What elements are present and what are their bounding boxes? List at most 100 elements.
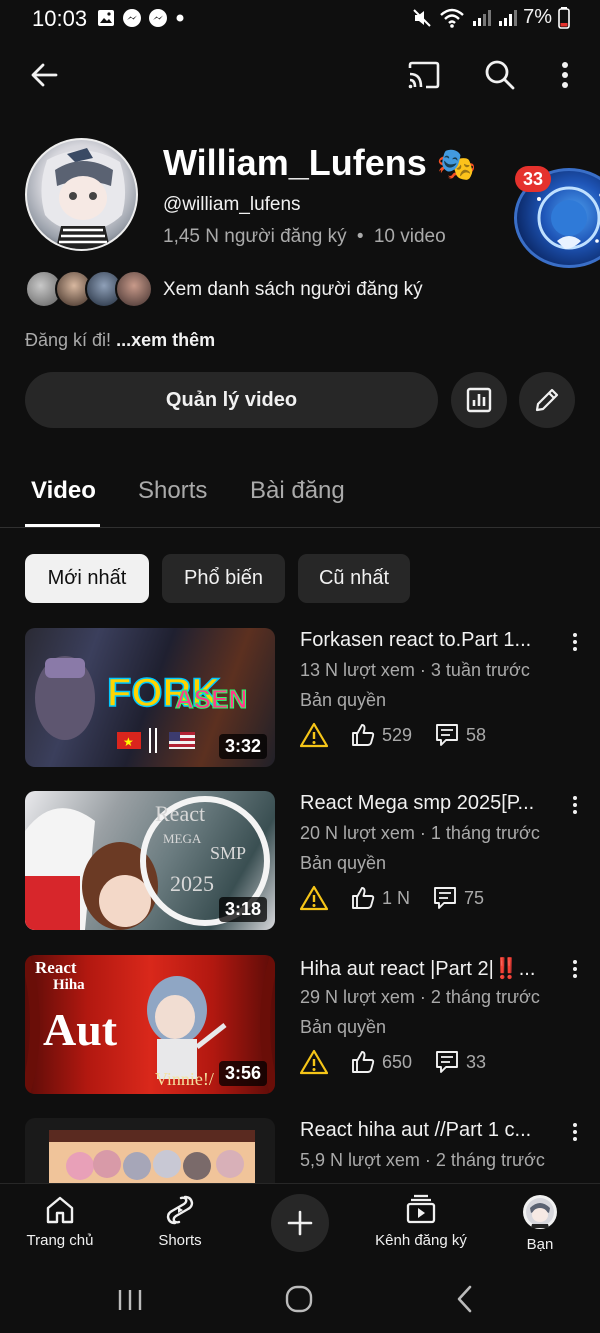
channel-avatar[interactable]	[25, 138, 138, 251]
shorts-icon	[166, 1195, 194, 1225]
search-button[interactable]	[476, 51, 524, 99]
status-time: 10:03	[32, 6, 88, 31]
copyright-warning[interactable]	[300, 1049, 328, 1075]
svg-text:MEGA: MEGA	[163, 831, 202, 846]
video-views: 20 N lượt xem	[300, 823, 415, 843]
video-stats: 650 33	[300, 1049, 508, 1075]
signal-icon	[499, 9, 518, 26]
video-meta: 29 N lượt xem · 2 tháng trước	[300, 987, 570, 1008]
comment-count: 75	[432, 885, 484, 911]
mute-icon	[413, 8, 431, 27]
nav-shorts[interactable]: Shorts	[150, 1194, 210, 1249]
video-meta: 13 N lượt xem · 3 tuần trước	[300, 660, 570, 681]
video-options-button[interactable]	[565, 628, 585, 656]
tab-posts[interactable]: Bài đăng	[250, 477, 345, 505]
nav-subscriptions-label: Kênh đăng ký	[375, 1232, 467, 1249]
video-options-button[interactable]	[565, 791, 585, 819]
subscriptions-icon	[406, 1194, 436, 1224]
svg-text:React: React	[155, 801, 205, 826]
video-options-button[interactable]	[565, 1118, 585, 1146]
video-thumbnail[interactable]: React MEGA SMP 2025 3:18	[25, 791, 275, 930]
signal-icon	[473, 9, 492, 26]
channel-handle: @william_lufens	[163, 194, 301, 215]
svg-text:React: React	[35, 958, 77, 977]
stats-separator: •	[356, 226, 364, 247]
video-stats: 529 58	[300, 722, 508, 748]
video-count: 10 video	[373, 226, 446, 247]
video-stats: 1 N 75	[300, 885, 506, 911]
copyright-status: Bản quyền	[300, 690, 387, 710]
thumbs-up-icon	[352, 887, 375, 909]
copyright-status: Bản quyền	[300, 1017, 387, 1037]
back-chevron-icon[interactable]	[452, 1284, 478, 1314]
video-thumbnail[interactable]	[25, 1118, 275, 1183]
back-button[interactable]	[20, 51, 68, 99]
nav-you[interactable]: Bạn	[516, 1194, 564, 1253]
video-views: 29 N lượt xem	[300, 987, 415, 1007]
tab-video[interactable]: Video	[31, 477, 96, 505]
cast-button[interactable]	[400, 51, 448, 99]
warning-triangle-icon	[300, 1049, 328, 1075]
filter-popular-chip[interactable]: Phổ biến	[162, 554, 285, 603]
subscriber-list-link[interactable]: Xem danh sách người đăng ký	[163, 279, 423, 301]
analytics-button[interactable]	[451, 372, 507, 428]
comment-icon	[436, 1051, 458, 1073]
manage-videos-button[interactable]: Quản lý video	[25, 372, 438, 428]
thumbs-up-icon	[352, 724, 375, 746]
channel-title: William_Lufens 🎭	[163, 142, 477, 184]
more-button[interactable]	[541, 51, 589, 99]
edit-button[interactable]	[519, 372, 575, 428]
wifi-icon	[440, 8, 464, 28]
subscriber-avatars[interactable]	[25, 270, 153, 308]
tab-shorts[interactable]: Shorts	[138, 477, 207, 505]
svg-text:★: ★	[123, 735, 134, 749]
recent-apps-icon[interactable]	[115, 1286, 145, 1314]
comment-count: 33	[434, 1049, 486, 1075]
svg-text:2025: 2025	[170, 871, 214, 896]
thumbs-up-icon	[352, 1051, 375, 1073]
video-age: 2 tháng trước	[435, 1150, 545, 1170]
video-age: 3 tuần trước	[430, 660, 530, 680]
description-text: Đăng kí đi!	[25, 330, 112, 350]
video-duration: 3:18	[218, 897, 267, 922]
channel-description[interactable]: Đăng kí đi! ...xem thêm	[25, 330, 215, 351]
copyright-warning[interactable]	[300, 722, 328, 748]
video-thumbnail[interactable]: React Hiha Aut Vinnie!/ 3:56	[25, 955, 275, 1094]
profile-avatar-icon	[523, 1195, 557, 1229]
bottom-navigation: Trang chủ Shorts Kênh đăng ký Bạn	[0, 1183, 600, 1269]
avatar-illustration	[41, 148, 126, 249]
dot-icon	[176, 14, 184, 22]
warning-triangle-icon	[300, 885, 328, 911]
svg-text:Aut: Aut	[43, 1004, 118, 1055]
like-count: 650	[350, 1049, 412, 1075]
see-more-link[interactable]: ...xem thêm	[116, 330, 215, 350]
back-arrow-icon	[31, 63, 58, 87]
theater-masks-emoji: 🎭	[436, 146, 477, 182]
messenger-icon	[149, 9, 167, 27]
filter-newest-chip[interactable]: Mới nhất	[25, 554, 149, 603]
copyright-warning[interactable]	[300, 885, 328, 911]
comment-count-text: 75	[464, 887, 485, 908]
comment-icon	[434, 887, 456, 909]
like-count: 529	[350, 722, 412, 748]
video-options-button[interactable]	[565, 955, 585, 983]
create-button[interactable]	[271, 1194, 329, 1252]
nav-you-label: Bạn	[526, 1236, 554, 1253]
home-circle-icon[interactable]	[284, 1284, 314, 1314]
video-thumbnail[interactable]: FORK ASEN ★ 3:32	[25, 628, 275, 767]
battery-icon	[558, 6, 570, 29]
filter-oldest-chip[interactable]: Cũ nhất	[298, 554, 410, 603]
nav-subscriptions[interactable]: Kênh đăng ký	[369, 1194, 473, 1249]
video-title[interactable]: Hiha aut react |Part 2|‼️...	[300, 956, 552, 981]
subscriber-avatar	[115, 270, 153, 308]
video-title[interactable]: React Mega smp 2025[P...	[300, 792, 552, 815]
video-title[interactable]: Forkasen react to.Part 1...	[300, 629, 552, 652]
nav-home[interactable]: Trang chủ	[24, 1194, 96, 1249]
video-title[interactable]: React hiha aut //Part 1 c...	[300, 1119, 552, 1142]
video-duration: 3:56	[218, 1061, 267, 1086]
like-count: 1 N	[350, 885, 410, 911]
meta-separator: ·	[419, 823, 426, 843]
video-age: 1 tháng trước	[430, 823, 540, 843]
like-count-text: 1 N	[382, 887, 411, 908]
copyright-status: Bản quyền	[300, 853, 387, 873]
